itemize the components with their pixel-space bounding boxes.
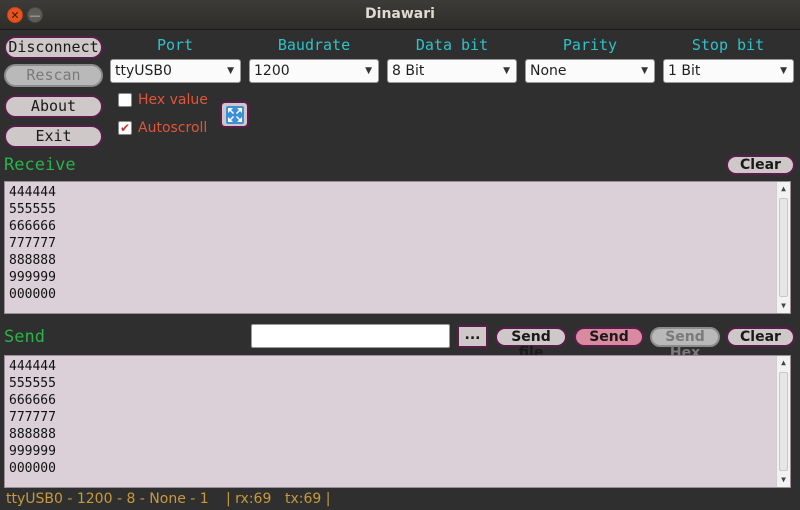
stopbit-select-value: 1 Bit — [668, 63, 701, 79]
receive-line: 666666 — [9, 219, 56, 234]
databit-select[interactable]: 8 Bit ▼ — [387, 59, 517, 83]
parity-select-value: None — [530, 63, 567, 79]
browse-file-button[interactable]: ... — [457, 325, 488, 348]
send-input[interactable] — [251, 324, 450, 348]
receive-clear-button[interactable]: Clear — [726, 155, 795, 175]
send-line: 666666 — [9, 393, 56, 408]
fullscreen-button[interactable] — [220, 101, 249, 128]
send-textarea[interactable]: 444444 555555 666666 777777 888888 99999… — [4, 355, 791, 488]
chevron-down-icon: ▼ — [780, 66, 787, 76]
send-scroll-thumb[interactable] — [779, 372, 788, 471]
scroll-down-arrow-icon[interactable]: ▼ — [777, 473, 790, 487]
send-line: 888888 — [9, 427, 56, 442]
chevron-down-icon: ▼ — [365, 66, 372, 76]
autoscroll-checkbox[interactable]: ✔ — [118, 121, 132, 135]
status-rx: | rx:69 — [226, 491, 272, 507]
scroll-down-arrow-icon[interactable]: ▼ — [777, 299, 790, 313]
port-select[interactable]: ttyUSB0 ▼ — [110, 59, 241, 83]
receive-line: 555555 — [9, 202, 56, 217]
chevron-down-icon: ▼ — [641, 66, 648, 76]
chevron-down-icon: ▼ — [503, 66, 510, 76]
parity-select[interactable]: None ▼ — [525, 59, 655, 83]
chevron-down-icon: ▼ — [227, 66, 234, 76]
send-line: 444444 — [9, 359, 56, 374]
databit-select-value: 8 Bit — [392, 63, 425, 79]
receive-scrollbar[interactable]: ▲ ▼ — [776, 182, 790, 313]
status-tx: tx:69 | — [285, 491, 331, 507]
autoscroll-label: Autoscroll — [138, 120, 208, 136]
send-line: 777777 — [9, 410, 56, 425]
send-clear-button[interactable]: Clear — [726, 327, 795, 347]
scroll-up-arrow-icon[interactable]: ▲ — [777, 356, 790, 370]
send-button[interactable]: Send — [574, 327, 644, 347]
status-bar: ttyUSB0 - 1200 - 8 - None - 1 | rx:69 tx… — [0, 488, 800, 510]
send-line: 555555 — [9, 376, 56, 391]
send-file-button[interactable]: Send file — [495, 327, 567, 361]
parity-header: Parity — [562, 36, 618, 54]
receive-scroll-thumb[interactable] — [779, 198, 788, 297]
send-scrollbar[interactable]: ▲ ▼ — [776, 356, 790, 487]
send-line: 000000 — [9, 461, 56, 476]
databit-header: Data bit — [415, 36, 489, 54]
baudrate-select[interactable]: 1200 ▼ — [249, 59, 379, 83]
title-bar: ✕ — Dinawari — [0, 0, 800, 30]
receive-line: 777777 — [9, 236, 56, 251]
status-connection: ttyUSB0 - 1200 - 8 - None - 1 — [6, 491, 209, 507]
receive-line: 444444 — [9, 185, 56, 200]
stopbit-header: Stop bit — [691, 36, 765, 54]
receive-line: 999999 — [9, 270, 56, 285]
receive-line: 888888 — [9, 253, 56, 268]
stopbit-select[interactable]: 1 Bit ▼ — [663, 59, 794, 83]
baudrate-select-value: 1200 — [254, 63, 290, 79]
expand-arrows-icon — [226, 106, 244, 124]
disconnect-button[interactable]: Disconnect — [4, 36, 103, 59]
send-title: Send — [4, 327, 45, 347]
exit-button[interactable]: Exit — [4, 125, 103, 148]
baudrate-header: Baudrate — [277, 36, 351, 54]
send-line: 999999 — [9, 444, 56, 459]
receive-line: 000000 — [9, 287, 56, 302]
about-button[interactable]: About — [4, 95, 103, 118]
send-hex-button[interactable]: Send Hex — [650, 327, 720, 361]
port-select-value: ttyUSB0 — [115, 63, 172, 79]
rescan-button[interactable]: Rescan — [4, 64, 103, 87]
hex-value-label: Hex value — [138, 92, 208, 108]
port-header: Port — [156, 36, 194, 54]
window-title: Dinawari — [365, 6, 435, 22]
hex-value-checkbox[interactable] — [118, 93, 132, 107]
scroll-up-arrow-icon[interactable]: ▲ — [777, 182, 790, 196]
receive-title: Receive — [4, 155, 76, 175]
receive-textarea[interactable]: 444444 555555 666666 777777 888888 99999… — [4, 181, 791, 314]
